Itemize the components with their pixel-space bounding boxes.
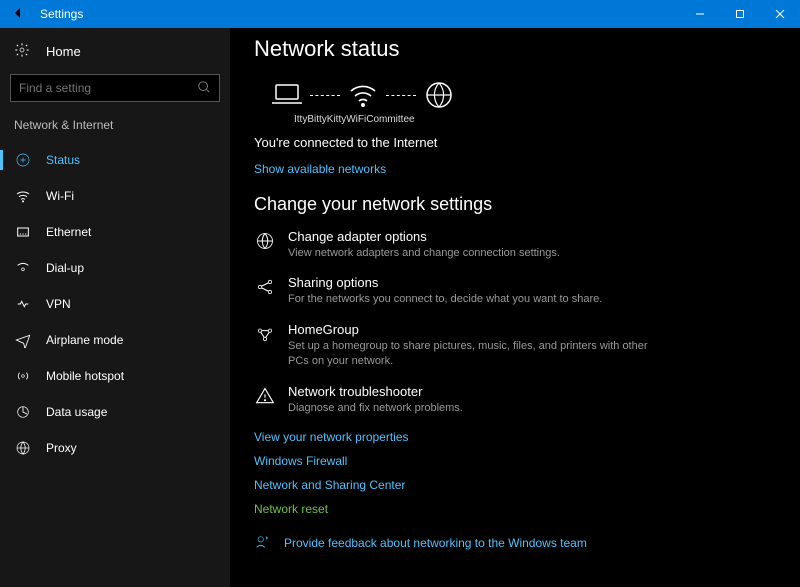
proxy-icon: [14, 440, 32, 456]
window-controls: [680, 0, 800, 28]
home-label: Home: [46, 44, 81, 59]
connection-line: [310, 95, 340, 96]
sidebar-item-label: VPN: [46, 297, 71, 311]
setting-desc: Set up a homegroup to share pictures, mu…: [288, 339, 648, 370]
sidebar-item-vpn[interactable]: VPN: [0, 286, 230, 322]
gear-icon: [14, 42, 32, 61]
setting-sharing-options[interactable]: Sharing options For the networks you con…: [250, 275, 780, 307]
connection-status: You're connected to the Internet: [250, 135, 780, 150]
setting-label: HomeGroup: [288, 322, 648, 337]
feedback-link[interactable]: Provide feedback about networking to the…: [280, 536, 587, 550]
sidebar-item-label: Data usage: [46, 405, 107, 419]
sidebar-item-dialup[interactable]: Dial-up: [0, 250, 230, 286]
sidebar-item-label: Wi-Fi: [46, 189, 74, 203]
network-reset-link[interactable]: Network reset: [250, 502, 780, 516]
feedback-icon: [254, 534, 270, 553]
titlebar: Settings: [0, 0, 800, 28]
setting-label: Change adapter options: [288, 229, 560, 244]
sidebar-section-header: Network & Internet: [0, 112, 230, 142]
hotspot-icon: [14, 368, 32, 384]
dialup-icon: [14, 260, 32, 276]
sidebar-item-label: Ethernet: [46, 225, 91, 239]
sidebar-item-label: Status: [46, 153, 80, 167]
sidebar-item-label: Airplane mode: [46, 333, 123, 347]
section-title-change-settings: Change your network settings: [250, 194, 780, 215]
vpn-icon: [14, 296, 32, 312]
setting-adapter-options[interactable]: Change adapter options View network adap…: [250, 229, 780, 261]
connection-line: [386, 95, 416, 96]
sidebar-item-status[interactable]: Status: [0, 142, 230, 178]
firewall-link[interactable]: Windows Firewall: [250, 454, 780, 468]
airplane-icon: [14, 332, 32, 348]
ethernet-icon: [14, 224, 32, 240]
setting-homegroup[interactable]: HomeGroup Set up a homegroup to share pi…: [250, 322, 780, 370]
maximize-button[interactable]: [720, 0, 760, 28]
sidebar-item-datausage[interactable]: Data usage: [0, 394, 230, 430]
main-content: Network status IttyBittyKittyWiFiCommitt…: [230, 28, 800, 587]
sidebar-item-hotspot[interactable]: Mobile hotspot: [0, 358, 230, 394]
sidebar-item-ethernet[interactable]: Ethernet: [0, 214, 230, 250]
sidebar-item-airplane[interactable]: Airplane mode: [0, 322, 230, 358]
sidebar-item-label: Dial-up: [46, 261, 84, 275]
window-title: Settings: [36, 7, 680, 21]
sharing-icon: [254, 275, 276, 307]
network-diagram: [270, 80, 780, 110]
sharing-center-link[interactable]: Network and Sharing Center: [250, 478, 780, 492]
back-button[interactable]: [0, 6, 36, 23]
sidebar-item-label: Proxy: [46, 441, 77, 455]
search-box[interactable]: [10, 74, 220, 102]
setting-label: Network troubleshooter: [288, 384, 463, 399]
page-title: Network status: [250, 36, 780, 62]
close-button[interactable]: [760, 0, 800, 28]
wifi-name-label: IttyBittyKittyWiFiCommittee: [294, 114, 780, 125]
sidebar-item-label: Mobile hotspot: [46, 369, 124, 383]
warning-icon: [254, 384, 276, 416]
setting-desc: Diagnose and fix network problems.: [288, 401, 463, 416]
setting-troubleshooter[interactable]: Network troubleshooter Diagnose and fix …: [250, 384, 780, 416]
setting-label: Sharing options: [288, 275, 602, 290]
homegroup-icon: [254, 322, 276, 370]
search-input[interactable]: [19, 81, 197, 95]
feedback-row: Provide feedback about networking to the…: [250, 534, 780, 553]
laptop-icon: [270, 80, 304, 110]
minimize-button[interactable]: [680, 0, 720, 28]
sidebar: Home Network & Internet Status Wi-Fi E: [0, 28, 230, 587]
view-properties-link[interactable]: View your network properties: [250, 430, 780, 444]
datausage-icon: [14, 404, 32, 420]
globe-icon: [254, 229, 276, 261]
show-networks-link[interactable]: Show available networks: [250, 162, 780, 176]
setting-desc: For the networks you connect to, decide …: [288, 292, 602, 307]
wifi-router-icon: [346, 80, 380, 110]
globe-icon: [422, 80, 456, 110]
setting-desc: View network adapters and change connect…: [288, 246, 560, 261]
status-icon: [14, 152, 32, 168]
wifi-icon: [14, 188, 32, 204]
search-icon: [197, 80, 211, 97]
sidebar-item-wifi[interactable]: Wi-Fi: [0, 178, 230, 214]
sidebar-item-proxy[interactable]: Proxy: [0, 430, 230, 466]
home-button[interactable]: Home: [0, 32, 230, 70]
